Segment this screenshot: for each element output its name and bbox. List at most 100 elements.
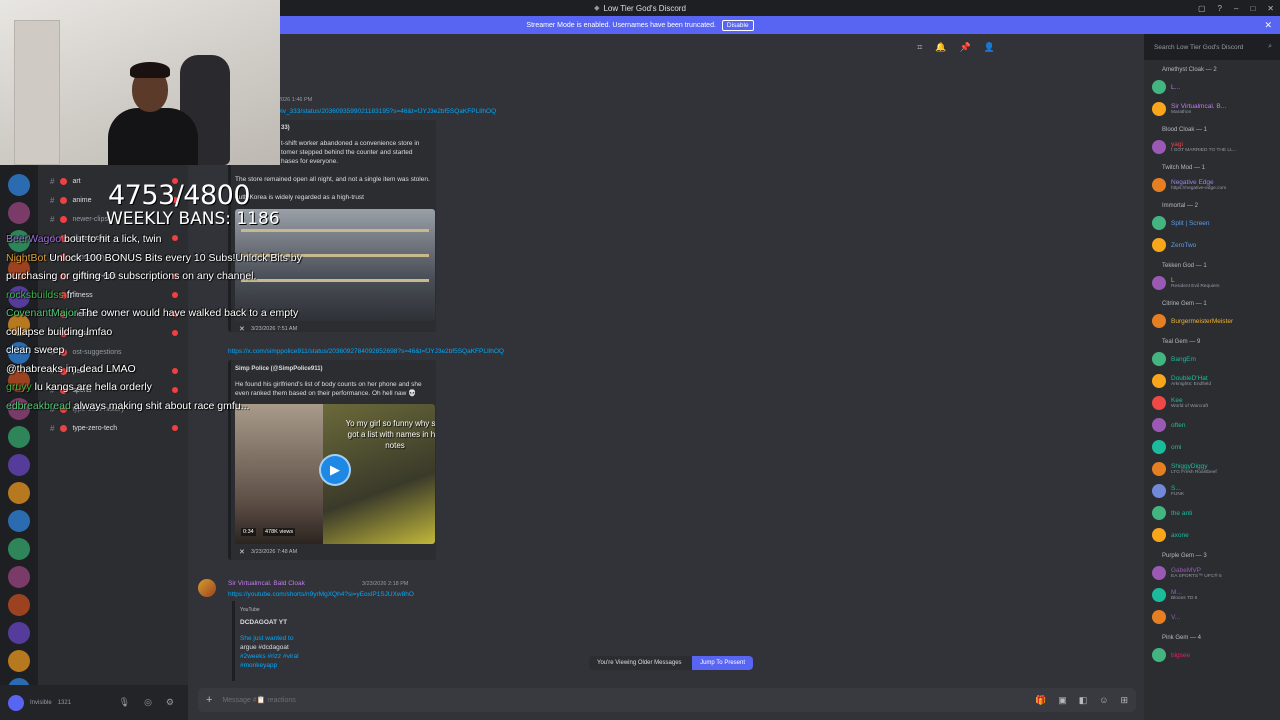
member-item[interactable]: omi xyxy=(1144,436,1280,458)
embed-description: argue #dcdagoat xyxy=(240,644,289,651)
embed-channel[interactable]: DCDAGOAT YT xyxy=(240,619,287,626)
member-item[interactable]: the anti xyxy=(1144,502,1280,524)
server-icon[interactable] xyxy=(8,202,30,224)
play-icon[interactable]: ▶ xyxy=(319,454,351,486)
channel-name: newer-clips xyxy=(72,216,108,223)
member-name: L... xyxy=(1171,83,1181,91)
member-item[interactable]: Sir Virtualmcal. B... Marathon xyxy=(1144,98,1280,120)
member-avatar xyxy=(1152,238,1166,252)
disable-streamer-mode-button[interactable]: Disable xyxy=(721,19,754,31)
message-timestamp: 2026 1:46 PM xyxy=(278,97,313,103)
member-name: DoubleD'Hat xyxy=(1171,375,1208,382)
member-status: Marathon xyxy=(1171,110,1192,115)
chat-username: rocksbuildss xyxy=(6,288,64,301)
maximize-button[interactable]: □ xyxy=(1250,4,1255,13)
member-item[interactable]: S... FUNK xyxy=(1144,480,1280,502)
member-item[interactable]: L Resident Evil Requiem xyxy=(1144,272,1280,294)
member-item[interactable]: L... xyxy=(1144,76,1280,98)
member-name: omi xyxy=(1171,443,1182,451)
older-messages-label: You're Viewing Older Messages xyxy=(597,660,682,666)
user-avatar[interactable] xyxy=(8,694,24,711)
member-item[interactable]: GabeMVP EA SPORTS™ UFC® 5 xyxy=(1144,562,1280,584)
server-icon[interactable] xyxy=(8,594,30,616)
member-item[interactable]: axone xyxy=(1144,524,1280,546)
server-icon[interactable] xyxy=(8,538,30,560)
notifications-icon[interactable]: 🔔 xyxy=(935,42,946,53)
close-banner-icon[interactable]: ✕ xyxy=(1264,20,1272,31)
member-avatar xyxy=(1152,648,1166,662)
server-icon[interactable] xyxy=(8,622,30,644)
member-avatar xyxy=(1152,396,1166,410)
gift-icon[interactable]: 🎁 xyxy=(1035,695,1046,706)
member-item[interactable]: DoubleD'Hat Arknights: Endfield xyxy=(1144,370,1280,392)
member-item[interactable]: M... Bloons TD 6 xyxy=(1144,584,1280,606)
member-item[interactable]: BurgermeisterMeister xyxy=(1144,310,1280,332)
channel-name: anime xyxy=(72,197,92,204)
server-icon[interactable] xyxy=(8,650,30,672)
help-icon[interactable]: ? xyxy=(1218,4,1222,13)
threads-icon[interactable]: ⌗ xyxy=(917,42,922,53)
unread-badge xyxy=(172,425,178,431)
settings-gear-icon[interactable]: ⚙ xyxy=(166,697,174,708)
member-avatar xyxy=(1152,140,1166,154)
author-avatar[interactable] xyxy=(198,579,216,597)
embed-provider: YouTube xyxy=(240,607,260,613)
embed-text-line: outh Korea is widely regarded as a high-… xyxy=(235,194,364,201)
member-name: BurgermeisterMeister xyxy=(1171,317,1234,325)
youtube-link[interactable]: https://youtube.com/shorts/n9yrMgXQh4?si… xyxy=(228,591,414,598)
message-author[interactable]: Sir Virtualmcal. Bald Cloak xyxy=(228,580,305,587)
member-item[interactable]: Negative Edge https://negative-edge.com xyxy=(1144,174,1280,196)
gif-icon[interactable]: ▣ xyxy=(1058,695,1067,706)
minimize-button[interactable]: – xyxy=(1234,4,1238,13)
member-item[interactable]: bigsee xyxy=(1144,644,1280,666)
channel-item[interactable]: # type-zero-tech xyxy=(38,419,188,438)
apps-icon[interactable]: ⊞ xyxy=(1120,695,1128,706)
member-item[interactable]: often xyxy=(1144,414,1280,436)
headphones-icon[interactable]: ◎ xyxy=(144,697,152,708)
inbox-icon[interactable]: ▢ xyxy=(1198,4,1206,13)
member-avatar xyxy=(1152,566,1166,580)
member-status: Resident Evil Requiem xyxy=(1171,284,1220,289)
message-composer[interactable]: + Message #📋 reactions 🎁 ▣ ◧ ☺ ⊞ xyxy=(198,688,1136,712)
server-icon[interactable] xyxy=(8,566,30,588)
chat-text: lu kangs are hella orderly xyxy=(34,381,152,393)
chat-username: BeerWagoo xyxy=(6,233,62,245)
member-name: V... xyxy=(1171,613,1181,621)
member-item[interactable]: yagi I GOT MARRIED TO THE LL... xyxy=(1144,136,1280,158)
member-name: S... xyxy=(1171,485,1181,492)
jump-to-present-button[interactable]: Jump To Present xyxy=(692,656,753,670)
member-avatar xyxy=(1152,528,1166,542)
microphone-icon[interactable]: 🎙 xyxy=(119,697,130,708)
attach-plus-icon[interactable]: + xyxy=(206,694,212,706)
search-input[interactable]: Search Low Tier God's Discord ⌕ xyxy=(1150,40,1276,54)
message-link[interactable]: viv_333/status/2036093599021183195?s=46&… xyxy=(278,108,496,115)
member-list-icon[interactable]: 👤 xyxy=(984,42,995,53)
server-icon[interactable] xyxy=(8,454,30,476)
pin-icon[interactable]: 📌 xyxy=(960,42,971,53)
member-avatar xyxy=(1152,352,1166,366)
sticker-icon[interactable]: ◧ xyxy=(1079,695,1088,706)
member-avatar xyxy=(1152,80,1166,94)
member-item[interactable]: ZeroTwo xyxy=(1144,234,1280,256)
channel-emoji-icon xyxy=(60,425,68,432)
member-status: Arknights: Endfield xyxy=(1171,382,1211,387)
server-icon[interactable] xyxy=(8,426,30,448)
role-header: Immortal — 2 xyxy=(1162,203,1199,209)
close-window-button[interactable]: ✕ xyxy=(1267,4,1274,13)
member-item[interactable]: ShiggyDiggy LTG Fresh Roastbeef xyxy=(1144,458,1280,480)
role-header: Teal Gem — 9 xyxy=(1162,339,1201,345)
member-item[interactable]: Split | Screen xyxy=(1144,212,1280,234)
role-header: Citrine Gem — 1 xyxy=(1162,301,1207,307)
role-header: Amethyst Cloak — 2 xyxy=(1162,67,1217,73)
member-item[interactable]: V... xyxy=(1144,606,1280,628)
server-icon[interactable] xyxy=(8,482,30,504)
channel-hash-icon: # xyxy=(50,215,55,224)
video-thumbnail[interactable]: Yo my girl so funny why she got a list w… xyxy=(235,404,435,544)
member-avatar xyxy=(1152,610,1166,624)
member-item[interactable]: BangEm xyxy=(1144,348,1280,370)
server-icon[interactable] xyxy=(8,174,30,196)
server-icon[interactable] xyxy=(8,510,30,532)
member-item[interactable]: Kee World of Warcraft xyxy=(1144,392,1280,414)
role-header: Blood Cloak — 1 xyxy=(1162,127,1208,133)
emoji-icon[interactable]: ☺ xyxy=(1099,695,1108,706)
